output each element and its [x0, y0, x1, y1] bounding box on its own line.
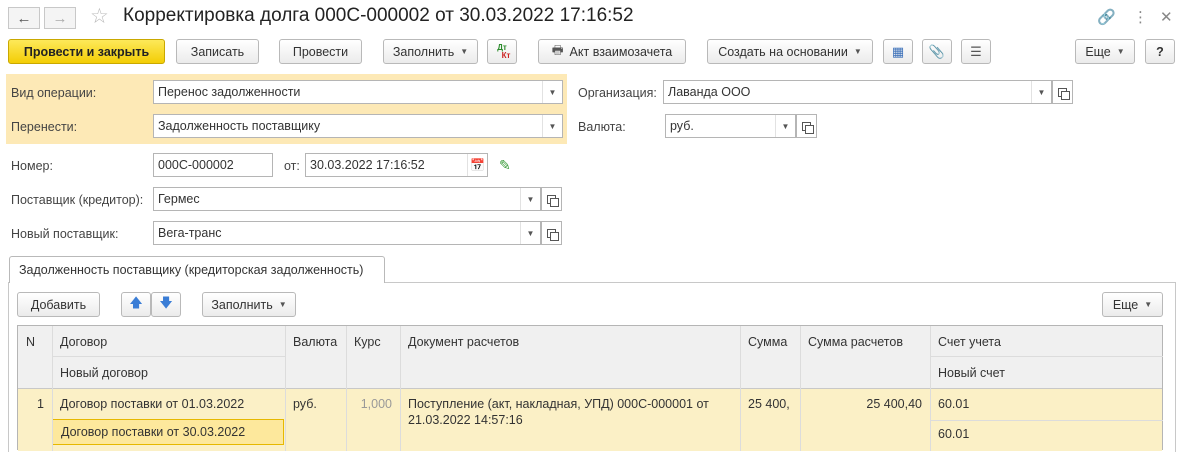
row-settlement-document-line1[interactable]: Поступление (акт, накладная, УПД) 000С-0… — [400, 397, 740, 411]
date-label: от: — [284, 159, 300, 173]
window-title: Корректировка долга 000С-000002 от 30.03… — [123, 5, 634, 26]
arrow-left-icon: ← — [16, 9, 32, 27]
chevron-down-icon[interactable]: ▼ — [542, 81, 562, 103]
dt-kt-button[interactable]: Дт Кт — [487, 39, 517, 64]
back-button[interactable]: ← — [8, 7, 40, 29]
move-up-button[interactable]: 🡅 — [121, 292, 151, 317]
post-button[interactable]: Провести — [279, 39, 362, 64]
currency-open-button[interactable] — [796, 114, 817, 138]
calendar-icon[interactable]: 📅 — [467, 154, 487, 176]
attachment-icon[interactable]: 📎 — [922, 39, 952, 64]
chevron-down-icon: ▼ — [278, 300, 287, 309]
report-list-icon[interactable]: ☰ — [961, 39, 991, 64]
table-more-button[interactable]: Еще ▼ — [1102, 292, 1163, 317]
tab-supplier-debt[interactable]: Задолженность поставщику (кредиторская з… — [9, 256, 385, 283]
arrow-down-icon: 🡇 — [159, 294, 173, 310]
open-icon — [802, 121, 814, 134]
open-icon — [1058, 87, 1070, 100]
save-button[interactable]: Записать — [176, 39, 259, 64]
chevron-down-icon[interactable]: ▼ — [1031, 81, 1051, 103]
organization-label: Организация: — [578, 86, 657, 100]
row-settlement-sum[interactable]: 25 400,40 — [800, 397, 930, 411]
supplier-field[interactable]: Гермес ▼ — [153, 187, 541, 211]
row-new-account[interactable]: 60.01 — [930, 427, 1163, 441]
table-fill-button[interactable]: Заполнить ▼ — [202, 292, 296, 317]
arrow-up-icon: 🡅 — [129, 294, 143, 310]
column-header-account[interactable]: Счет учета — [930, 335, 1163, 349]
chevron-down-icon[interactable]: ▼ — [775, 115, 795, 137]
supplier-open-button[interactable] — [541, 187, 562, 211]
row-settlement-document-line2[interactable]: 21.03.2022 14:57:16 — [400, 413, 740, 427]
organization-open-button[interactable] — [1052, 80, 1073, 104]
column-header-new-account[interactable]: Новый счет — [930, 366, 1163, 380]
chevron-down-icon: ▼ — [853, 47, 862, 56]
column-header-new-contract[interactable]: Новый договор — [52, 366, 285, 380]
row-currency[interactable]: руб. — [285, 397, 346, 411]
organization-field[interactable]: Лаванда ООО ▼ — [663, 80, 1052, 104]
operation-type-select[interactable]: Перенос задолженности ▼ — [153, 80, 563, 104]
column-header-n[interactable]: N — [18, 335, 52, 349]
chevron-down-icon[interactable]: ▼ — [520, 188, 540, 210]
printer-icon: 🖶 — [551, 43, 564, 57]
more-vertical-icon[interactable]: ⋮ — [1133, 8, 1148, 26]
debt-table: N Договор Новый договор Валюта Курс Доку… — [17, 325, 1163, 451]
move-down-button[interactable]: 🡇 — [151, 292, 181, 317]
column-header-currency[interactable]: Валюта — [285, 335, 346, 349]
chevron-down-icon[interactable]: ▼ — [542, 115, 562, 137]
row-sum[interactable]: 25 400, — [740, 397, 800, 411]
dt-kt-icon-bottom: Кт — [501, 50, 511, 60]
chevron-down-icon: ▼ — [1144, 300, 1153, 309]
document-status-icon[interactable]: ✎ — [499, 157, 511, 174]
transfer-select[interactable]: Задолженность поставщику ▼ — [153, 114, 563, 138]
column-header-settlement-document[interactable]: Документ расчетов — [400, 335, 740, 349]
more-button[interactable]: Еще ▼ — [1075, 39, 1135, 64]
post-and-close-button[interactable]: Провести и закрыть — [8, 39, 165, 64]
link-icon[interactable]: 🔗 — [1097, 8, 1116, 26]
forward-button[interactable]: → — [44, 7, 76, 29]
row-number: 1 — [37, 397, 44, 411]
add-row-button[interactable]: Добавить — [17, 292, 100, 317]
open-icon — [547, 194, 559, 207]
new-supplier-field[interactable]: Вега-транс ▼ — [153, 221, 541, 245]
close-icon[interactable]: ✕ — [1160, 8, 1173, 26]
operation-type-label: Вид операции: — [11, 86, 97, 100]
supplier-label: Поставщик (кредитор): — [11, 193, 144, 207]
chevron-down-icon: ▼ — [1116, 47, 1125, 56]
row-contract[interactable]: Договор поставки от 01.03.2022 — [52, 397, 285, 411]
create-based-on-button[interactable]: Создать на основании ▼ — [707, 39, 873, 64]
structure-icon[interactable]: ▦ — [883, 39, 913, 64]
offset-act-button[interactable]: 🖶 Акт взаимозачета — [538, 39, 686, 64]
column-header-settlement-sum[interactable]: Сумма расчетов — [800, 335, 930, 349]
currency-field[interactable]: руб. ▼ — [665, 114, 796, 138]
arrow-right-icon: → — [52, 9, 68, 27]
number-label: Номер: — [11, 159, 53, 173]
column-header-rate[interactable]: Курс — [346, 335, 400, 349]
help-button[interactable]: ? — [1145, 39, 1175, 64]
row-account[interactable]: 60.01 — [930, 397, 1163, 411]
open-icon — [547, 228, 559, 241]
favorite-star-icon[interactable]: ☆ — [90, 4, 109, 29]
column-header-contract[interactable]: Договор — [52, 335, 285, 349]
new-supplier-label: Новый поставщик: — [11, 227, 119, 241]
transfer-label: Перенести: — [11, 120, 78, 134]
currency-label: Валюта: — [578, 120, 626, 134]
chevron-down-icon: ▼ — [460, 47, 469, 56]
column-header-sum[interactable]: Сумма — [740, 335, 800, 349]
chevron-down-icon[interactable]: ▼ — [520, 222, 540, 244]
date-input[interactable]: 30.03.2022 17:16:52 📅 — [305, 153, 488, 177]
fill-button[interactable]: Заполнить ▼ — [383, 39, 478, 64]
number-input[interactable]: 000С-000002 — [153, 153, 273, 177]
row-new-contract-cell[interactable]: Договор поставки от 30.03.2022 — [52, 419, 284, 445]
row-rate[interactable]: 1,000 — [346, 397, 400, 411]
new-supplier-open-button[interactable] — [541, 221, 562, 245]
